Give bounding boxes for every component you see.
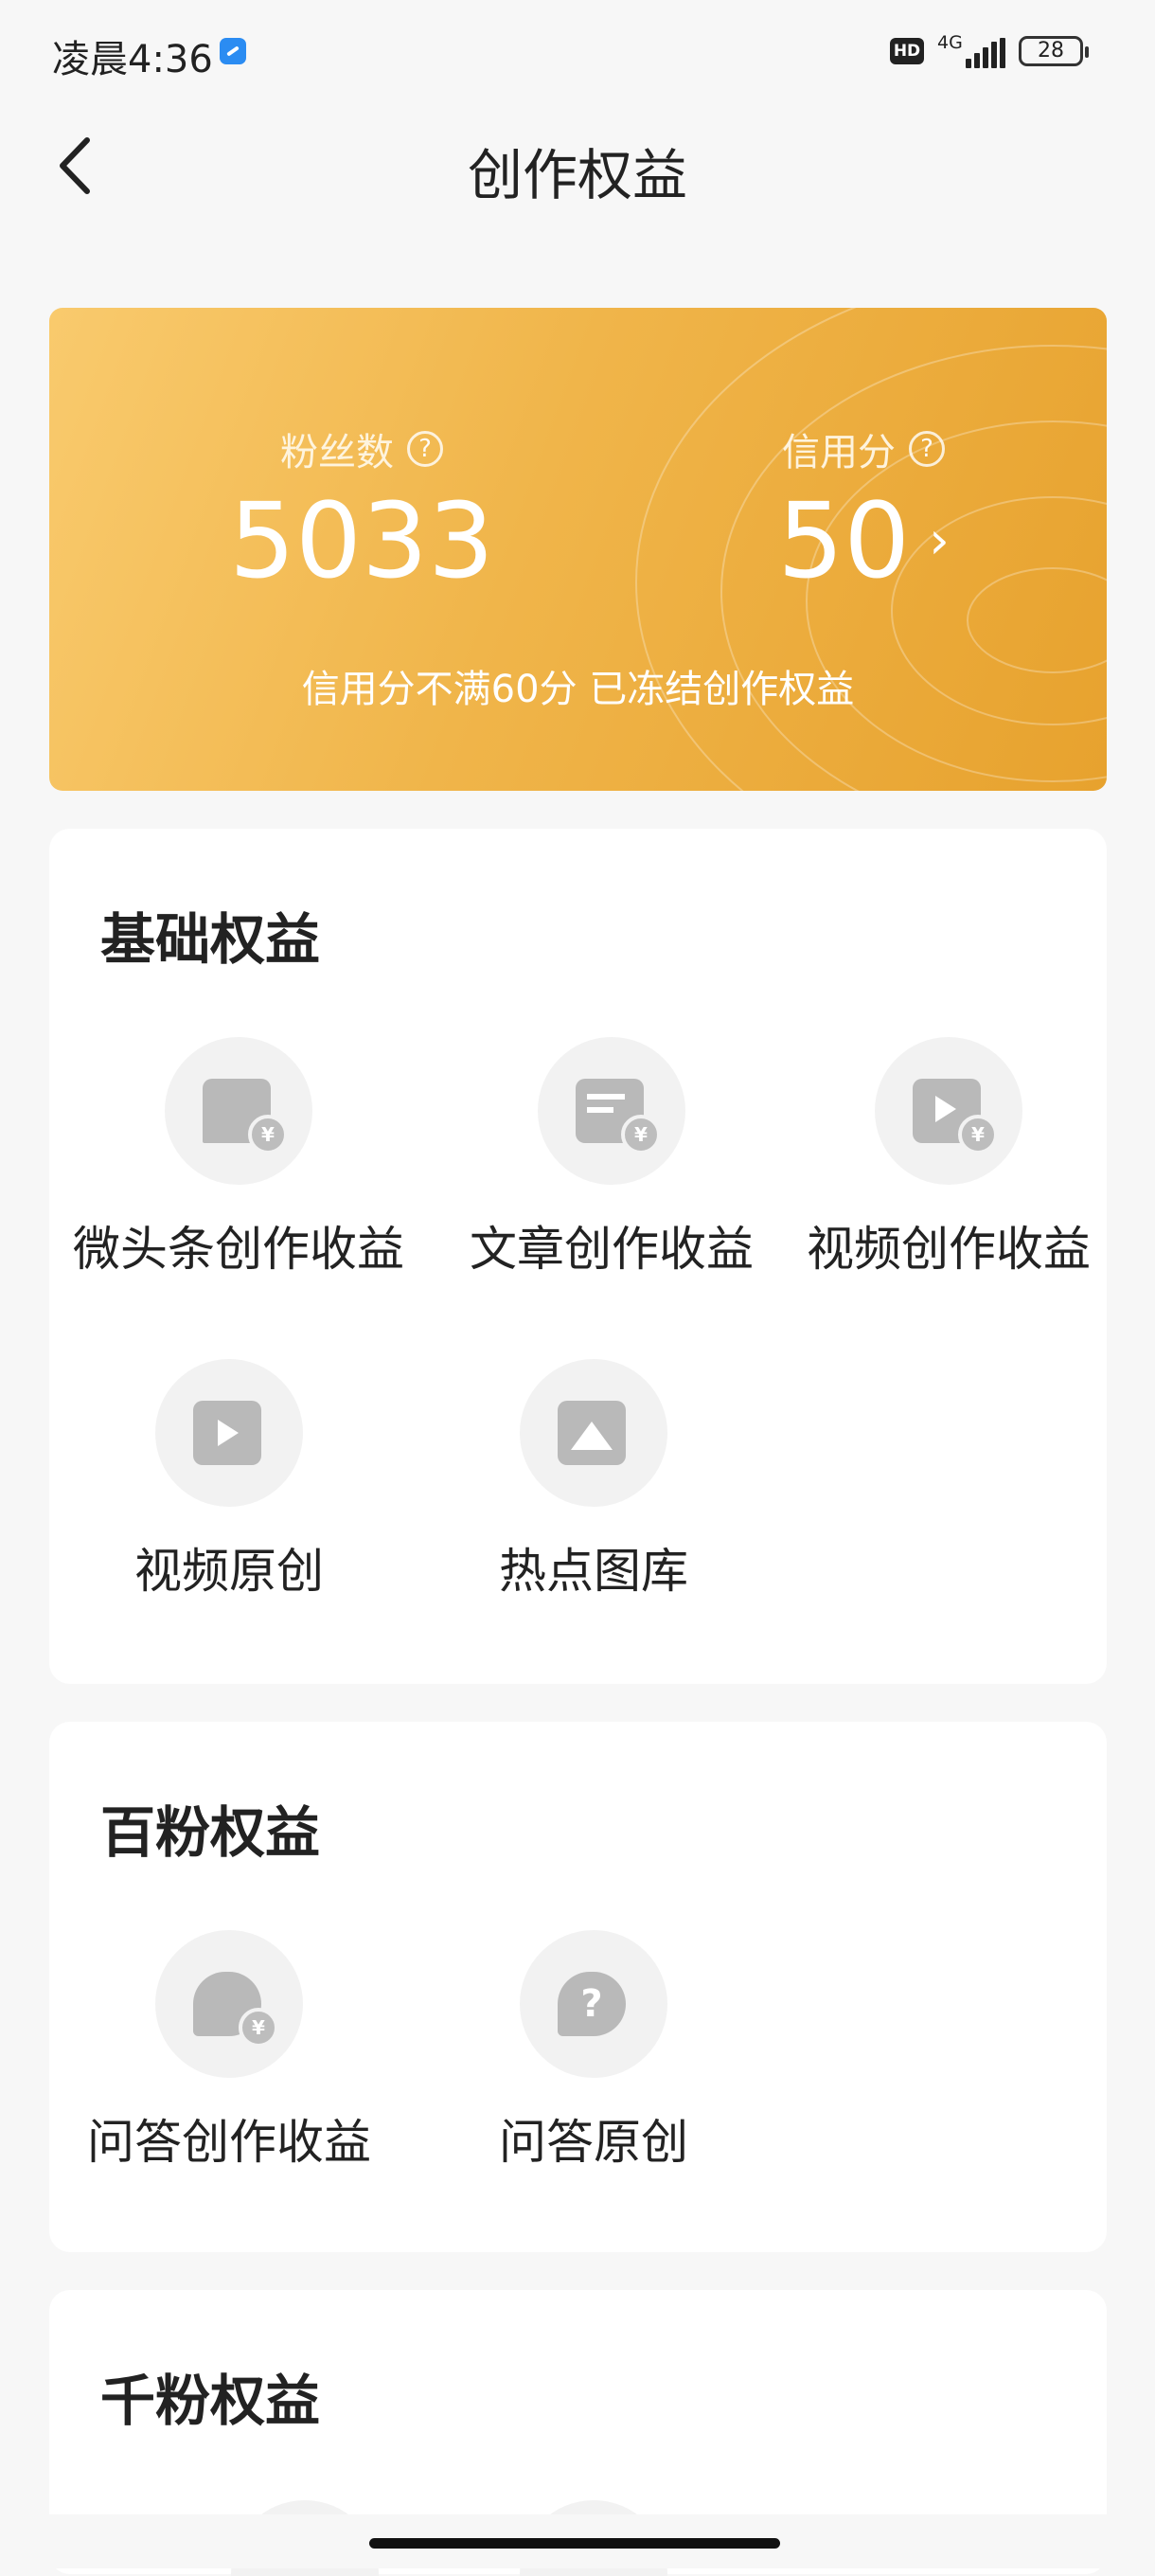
app-notification-icon <box>220 38 246 64</box>
network-type: 4G <box>937 32 963 53</box>
benefit-tile-image-gallery[interactable]: 热点图库 <box>452 1359 736 1601</box>
tile-label: 问答创作收益 <box>87 2115 371 2170</box>
currency-icon: ¥ <box>621 1115 661 1154</box>
benefit-tile-video-original[interactable]: 视频原创 <box>87 1359 371 1601</box>
image-gallery-icon <box>558 1401 626 1465</box>
fans-label: 粉丝数 <box>280 431 394 474</box>
section-title: 基础权益 <box>100 907 321 972</box>
chevron-right-icon: › <box>929 510 950 570</box>
tile-label: 文章创作收益 <box>470 1222 754 1277</box>
currency-icon: ¥ <box>248 1115 288 1154</box>
credit-stat[interactable]: 信用分 ? 50 › <box>665 421 1062 598</box>
video-original-icon <box>193 1401 261 1465</box>
home-indicator[interactable] <box>369 2538 780 2549</box>
benefit-tile-qa-income[interactable]: ¥ 问答创作收益 <box>68 1930 390 2173</box>
hundred-fans-benefits-section: 百粉权益 ¥ 问答创作收益 ? 问答原创 <box>49 1722 1107 2252</box>
section-title: 千粉权益 <box>100 2369 321 2433</box>
status-time: 凌晨4:36 <box>52 38 213 81</box>
battery-icon: 28 <box>1019 36 1089 66</box>
page-title: 创作权益 <box>467 143 687 207</box>
qa-original-icon: ? <box>558 1972 626 2036</box>
tile-label: 问答原创 <box>499 2115 688 2170</box>
tile-label: 微头条创作收益 <box>73 1222 404 1277</box>
signal-icon <box>966 38 1005 68</box>
tile-label: 热点图库 <box>499 1544 688 1599</box>
credit-freeze-notice: 信用分不满60分 已冻结创作权益 <box>301 668 855 711</box>
nav-bar: 创作权益 <box>0 104 1155 227</box>
benefit-tile-micro-post-income[interactable]: ¥ 微头条创作收益 <box>68 1037 409 1279</box>
tile-label: 视频创作收益 <box>807 1222 1091 1277</box>
credit-label: 信用分 <box>782 431 896 474</box>
benefit-tile-video-income[interactable]: ¥ 视频创作收益 <box>797 1037 1100 1279</box>
currency-icon: ¥ <box>239 2008 278 2048</box>
section-title: 百粉权益 <box>100 1800 321 1865</box>
status-bar: 凌晨4:36 HD 4G 28 <box>0 0 1155 104</box>
benefit-tile-qa-original[interactable]: ? 问答原创 <box>452 1930 736 2173</box>
fans-help-icon[interactable]: ? <box>407 431 443 467</box>
tile-label: 视频原创 <box>134 1544 324 1599</box>
benefit-tile-article-income[interactable]: ¥ 文章创作收益 <box>441 1037 782 1279</box>
fans-stat: 粉丝数 ? 5033 <box>163 421 560 598</box>
credit-help-icon[interactable]: ? <box>909 431 945 467</box>
fans-count: 5033 <box>229 480 494 601</box>
basic-benefits-section: 基础权益 ¥ 微头条创作收益 ¥ 文章创作收益 ¥ 视频创作收益 视频原创 热点… <box>49 829 1107 1684</box>
currency-icon: ¥ <box>958 1115 998 1154</box>
credit-score: 50 <box>777 480 911 601</box>
hd-badge: HD <box>890 38 924 64</box>
stats-card: 粉丝数 ? 5033 信用分 ? 50 › 信用分不满60分 已冻结创作权益 <box>49 308 1107 791</box>
